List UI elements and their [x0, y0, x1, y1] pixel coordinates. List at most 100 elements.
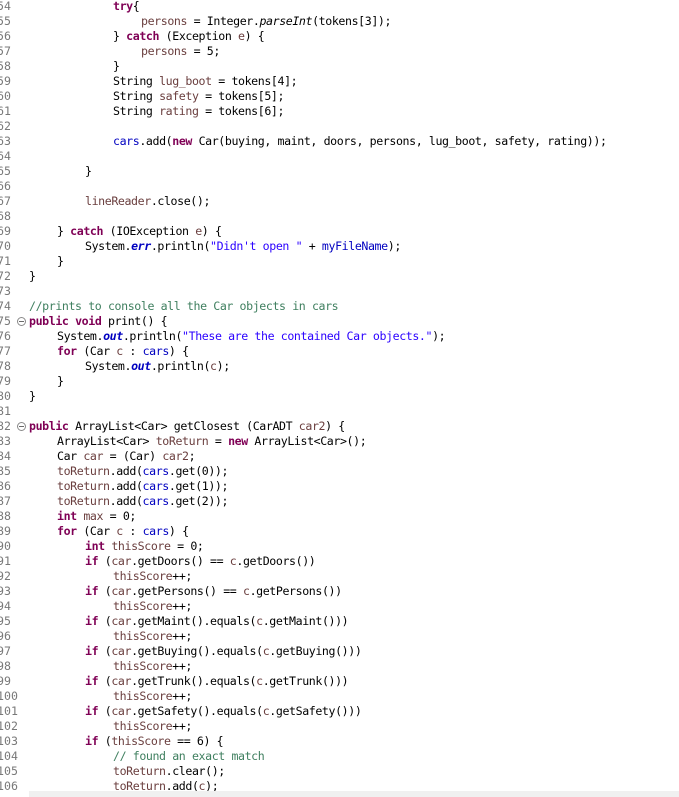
code-line[interactable]: 54 try{	[0, 0, 679, 14]
code-line[interactable]: 99 if (car.getTrunk().equals(c.getTrunk()…	[0, 674, 679, 689]
collapse-fold-icon[interactable]	[17, 422, 26, 431]
line-number: 61	[0, 104, 11, 118]
code-line[interactable]: 91 if (car.getDoors() == c.getDoors())	[0, 554, 679, 569]
code-line[interactable]: 78 System.out.println(c);	[0, 359, 679, 374]
line-number: 69	[0, 224, 11, 238]
code-token: toReturn	[113, 779, 166, 791]
code-line[interactable]: 61 String rating = tokens[6];	[0, 104, 679, 119]
code-line[interactable]: 89 for (Car c : cars) {	[0, 524, 679, 539]
code-line[interactable]: 79}	[0, 374, 679, 389]
code-editor[interactable]: 54 try{55 persons = Integer.parseInt(token…	[0, 0, 679, 791]
code-line[interactable]: 88 int max = 0;	[0, 509, 679, 524]
code-line[interactable]: 70 System.err.println("Didn't open " + my…	[0, 239, 679, 254]
line-number: 105	[0, 764, 18, 778]
code-line[interactable]: 60 String safety = tokens[5];	[0, 89, 679, 104]
line-number: 93	[0, 584, 11, 598]
code-line[interactable]: 83 ArrayList<Car> toReturn = new ArrayLis…	[0, 434, 679, 449]
code-token: .getMaint().equals(	[131, 614, 257, 628]
code-text: toReturn.add(cars.get(0));	[57, 464, 229, 479]
code-line[interactable]: 58}	[0, 59, 679, 74]
code-text: thisScore++;	[113, 569, 192, 584]
code-line[interactable]: 71}	[0, 254, 679, 269]
code-token: lug_boot	[159, 74, 212, 88]
code-line[interactable]: 102 thisScore++;	[0, 719, 679, 734]
code-line[interactable]: 55 persons = Integer.parseInt(tokens[3]);	[0, 14, 679, 29]
code-text: thisScore++;	[113, 599, 192, 614]
code-line[interactable]: 67 lineReader.close();	[0, 194, 679, 209]
code-line[interactable]: 65}	[0, 164, 679, 179]
code-token: .println(	[150, 239, 211, 253]
code-token: if	[85, 734, 99, 748]
code-line[interactable]: 69} catch (IOException e) {	[0, 224, 679, 239]
code-line[interactable]: 94 thisScore++;	[0, 599, 679, 614]
line-number: 79	[0, 374, 11, 388]
code-line[interactable]: 87 toReturn.add(cars.get(2));	[0, 494, 679, 509]
code-line[interactable]: 96 thisScore++;	[0, 629, 679, 644]
code-line[interactable]: 98 thisScore++;	[0, 659, 679, 674]
code-line[interactable]: 90 int thisScore = 0;	[0, 539, 679, 554]
code-token: (	[98, 734, 112, 748]
code-line[interactable]: 97 if (car.getBuying().equals(c.getBuying…	[0, 644, 679, 659]
code-token: = tokens[5];	[198, 89, 285, 103]
code-token: }	[57, 224, 71, 238]
code-line[interactable]: 105 toReturn.clear();	[0, 764, 679, 779]
code-token: thisScore	[113, 659, 173, 673]
horizontal-scrollbar[interactable]	[29, 791, 679, 797]
line-number: 65	[0, 164, 11, 178]
code-line[interactable]: 76 System.out.println("These are the cont…	[0, 329, 679, 344]
code-token: thisScore	[111, 539, 171, 553]
code-line[interactable]: 84 Car car = (Car) car2;	[0, 449, 679, 464]
code-line[interactable]: 85 toReturn.add(cars.get(0));	[0, 464, 679, 479]
collapse-fold-icon[interactable]	[17, 317, 26, 326]
code-token: car2	[162, 449, 189, 463]
line-number: 86	[0, 479, 11, 493]
code-line[interactable]: 68	[0, 209, 679, 224]
code-line[interactable]: 72}	[0, 269, 679, 284]
code-line[interactable]: 92 thisScore++;	[0, 569, 679, 584]
code-line[interactable]: 82 public ArrayList<Car> getClosest (CarA…	[0, 419, 679, 434]
code-line[interactable]: 57 persons = 5;	[0, 44, 679, 59]
code-text: toReturn.add(cars.get(1));	[57, 479, 229, 494]
code-text: thisScore++;	[113, 659, 192, 674]
code-line[interactable]: 95 if (car.getMaint().equals(c.getMaint()…	[0, 614, 679, 629]
code-line[interactable]: 80}	[0, 389, 679, 404]
code-token: toReturn	[113, 764, 166, 778]
code-line[interactable]: 81	[0, 404, 679, 419]
code-line[interactable]: 64	[0, 149, 679, 164]
code-line[interactable]: 73	[0, 284, 679, 299]
code-line[interactable]: 93 if (car.getPersons() == c.getPersons()…	[0, 584, 679, 599]
code-token: persons	[141, 44, 188, 58]
code-text: String safety = tokens[5];	[113, 89, 284, 104]
line-number: 96	[0, 629, 11, 643]
code-line[interactable]: 56} catch (Exception e) {	[0, 29, 679, 44]
code-line[interactable]: 59 String lug_boot = tokens[4];	[0, 74, 679, 89]
code-line[interactable]: 100 thisScore++;	[0, 689, 679, 704]
line-number: 67	[0, 194, 11, 208]
code-line[interactable]: 74 //prints to console all the Car object…	[0, 299, 679, 314]
code-line[interactable]: 63 cars.add(new Car(buying, maint, doors,…	[0, 134, 679, 149]
code-text: }	[29, 389, 36, 404]
code-token: .getBuying()))	[269, 644, 362, 658]
code-token: .clear();	[165, 764, 226, 778]
code-line[interactable]: 77 for (Car c : cars) {	[0, 344, 679, 359]
code-line[interactable]: 104 // found an exact match	[0, 749, 679, 764]
code-token: (Car	[76, 344, 117, 358]
code-token: ) {	[168, 524, 189, 538]
code-line[interactable]: 106 toReturn.add(c);	[0, 779, 679, 791]
code-line[interactable]: 62	[0, 119, 679, 134]
code-line[interactable]: 103 if (thisScore == 6) {	[0, 734, 679, 749]
code-token: = 0;	[170, 539, 204, 553]
code-token: (IOException	[103, 224, 196, 238]
code-token: .close();	[150, 194, 211, 208]
code-text: if (car.getMaint().equals(c.getMaint()))	[85, 614, 349, 629]
code-line[interactable]: 66	[0, 179, 679, 194]
code-token: :	[122, 524, 143, 538]
code-line[interactable]: 101 if (car.getSafety().equals(c.getSafet…	[0, 704, 679, 719]
code-token: == 6) {	[170, 734, 224, 748]
code-text: }	[85, 164, 92, 179]
line-number: 55	[0, 14, 11, 28]
code-line[interactable]: 86 toReturn.add(cars.get(1));	[0, 479, 679, 494]
line-number: 58	[0, 59, 11, 73]
code-line[interactable]: 75 public void print() {	[0, 314, 679, 329]
code-token: .add(	[165, 779, 199, 791]
